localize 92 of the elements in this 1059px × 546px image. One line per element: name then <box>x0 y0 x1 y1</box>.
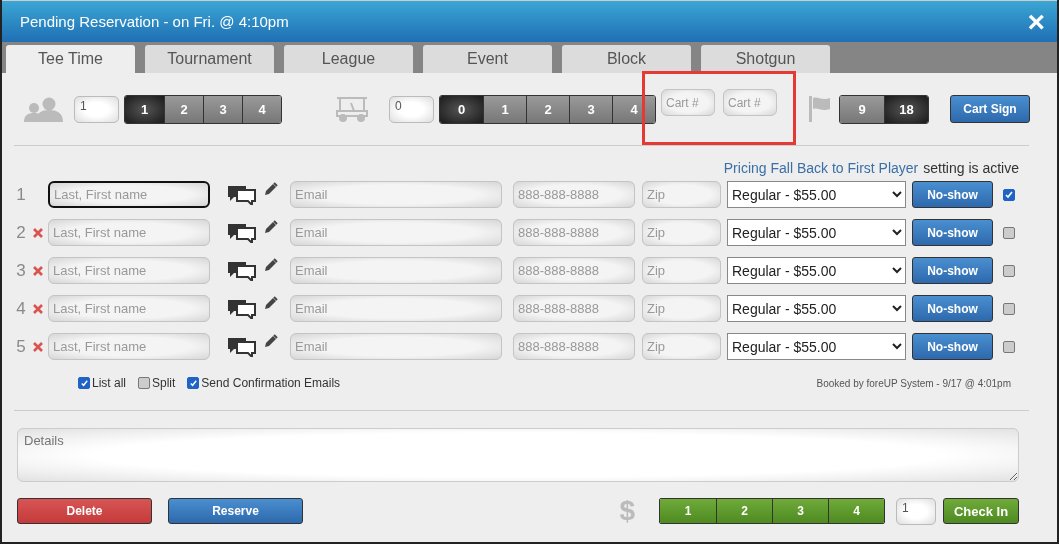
pay-button[interactable]: 2 <box>716 499 772 523</box>
close-button[interactable]: × <box>1027 6 1045 37</box>
tab[interactable]: Event <box>423 45 552 73</box>
zip-field[interactable]: Zip <box>642 295 721 322</box>
no-show-button[interactable]: No-show <box>912 333 993 360</box>
zip-field[interactable]: Zip <box>642 181 721 208</box>
pencil-icon[interactable] <box>264 296 278 310</box>
rate-dropdown[interactable]: Regular - $55.00 <box>727 333 906 360</box>
zip-field[interactable]: Zip <box>642 219 721 246</box>
reserve-button[interactable]: Reserve <box>168 498 303 524</box>
name-field[interactable]: Last, First name <box>48 181 210 208</box>
check-in-button[interactable]: Check In <box>943 498 1019 524</box>
booked-by-note: Booked by foreUP System - 9/17 @ 4:01pm <box>816 377 1011 389</box>
tab[interactable]: Shotgun <box>701 45 830 73</box>
pencil-icon[interactable] <box>264 182 278 196</box>
segment-button[interactable]: 1 <box>125 95 164 123</box>
row-number: 3 <box>15 260 27 281</box>
pricing-link[interactable]: Pricing Fall Back to First Player <box>723 160 919 176</box>
flag-icon <box>808 95 832 123</box>
segment-button[interactable]: 4 <box>242 95 281 123</box>
tab[interactable]: Tournament <box>145 45 274 73</box>
no-show-button[interactable]: No-show <box>912 181 993 208</box>
people-icon <box>22 96 64 122</box>
checkbox[interactable] <box>1003 226 1015 239</box>
chat-icon[interactable] <box>228 260 256 281</box>
phone-field[interactable]: 888-888-8888 <box>513 181 635 208</box>
email-field[interactable]: Email <box>290 333 502 360</box>
checkbox-label: List all <box>92 376 126 390</box>
pay-button[interactable]: 3 <box>772 499 828 523</box>
chat-icon[interactable] <box>228 336 256 357</box>
phone-field[interactable]: 888-888-8888 <box>513 333 635 360</box>
checkbox[interactable] <box>1003 340 1015 353</box>
no-show-button[interactable]: No-show <box>912 295 993 322</box>
email-field[interactable]: Email <box>290 257 502 284</box>
no-show-button[interactable]: No-show <box>912 219 993 246</box>
quantity-field[interactable]: 0 <box>389 95 434 123</box>
window-title: Pending Reservation - on Fri. @ 4:10pm <box>20 13 290 30</box>
row-number: 4 <box>15 298 27 319</box>
tab[interactable]: Tee Time <box>6 45 135 73</box>
phone-field[interactable]: 888-888-8888 <box>513 257 635 284</box>
checkbox[interactable] <box>1003 302 1015 315</box>
tab[interactable]: League <box>284 45 413 73</box>
quantity-field[interactable]: 1 <box>896 497 936 525</box>
checkbox-label: Send Confirmation Emails <box>201 376 341 390</box>
rate-dropdown[interactable]: Regular - $55.00 <box>727 181 906 208</box>
rate-dropdown[interactable]: Regular - $55.00 <box>727 219 906 246</box>
segment-button[interactable]: 2 <box>164 95 203 123</box>
segment-button[interactable]: 3 <box>203 95 242 123</box>
cart-sign-button[interactable]: Cart Sign <box>950 95 1030 123</box>
details-field[interactable]: Details <box>17 428 1019 482</box>
tab[interactable]: Block <box>562 45 691 73</box>
checkbox[interactable] <box>1003 188 1015 201</box>
chat-icon[interactable] <box>228 298 256 319</box>
segment-button[interactable]: 9 <box>840 95 884 123</box>
cart-number-field[interactable]: Cart # <box>661 89 715 116</box>
segment-button[interactable]: 2 <box>526 95 569 123</box>
segment-button[interactable]: 18 <box>884 95 928 123</box>
checkbox[interactable] <box>187 377 200 389</box>
phone-field[interactable]: 888-888-8888 <box>513 295 635 322</box>
row-number: 1 <box>15 184 27 205</box>
chat-icon[interactable] <box>228 184 256 205</box>
rate-dropdown[interactable]: Regular - $55.00 <box>727 257 906 284</box>
zip-field[interactable]: Zip <box>642 257 721 284</box>
row-number: 5 <box>15 336 27 357</box>
pencil-icon[interactable] <box>264 258 278 272</box>
phone-field[interactable]: 888-888-8888 <box>513 219 635 246</box>
checkbox[interactable] <box>78 377 90 389</box>
email-field[interactable]: Email <box>290 295 502 322</box>
delete-button[interactable]: Delete <box>17 498 152 524</box>
checkbox[interactable] <box>138 377 150 389</box>
dollar-sign: $ <box>619 495 635 527</box>
email-field[interactable]: Email <box>290 181 502 208</box>
pricing-note: setting is active <box>923 160 1019 176</box>
pencil-icon[interactable] <box>264 220 278 234</box>
pay-button[interactable]: 4 <box>828 499 884 523</box>
quantity-field[interactable]: 1 <box>74 95 119 123</box>
segment-button[interactable]: 1 <box>483 95 526 123</box>
pencil-icon[interactable] <box>264 334 278 348</box>
golf-cart-icon <box>334 95 370 123</box>
no-show-button[interactable]: No-show <box>912 257 993 284</box>
row-number: 2 <box>15 222 27 243</box>
zip-field[interactable]: Zip <box>642 333 721 360</box>
cart-number-field[interactable]: Cart # <box>723 89 777 116</box>
checkbox-label: Split <box>152 376 176 390</box>
pay-button[interactable]: 1 <box>660 499 716 523</box>
segment-button[interactable]: 4 <box>612 95 655 123</box>
email-field[interactable]: Email <box>290 219 502 246</box>
chat-icon[interactable] <box>228 222 256 243</box>
segment-button[interactable]: 0 <box>440 95 483 123</box>
checkbox[interactable] <box>1003 264 1015 277</box>
rate-dropdown[interactable]: Regular - $55.00 <box>727 295 906 322</box>
segment-button[interactable]: 3 <box>569 95 612 123</box>
